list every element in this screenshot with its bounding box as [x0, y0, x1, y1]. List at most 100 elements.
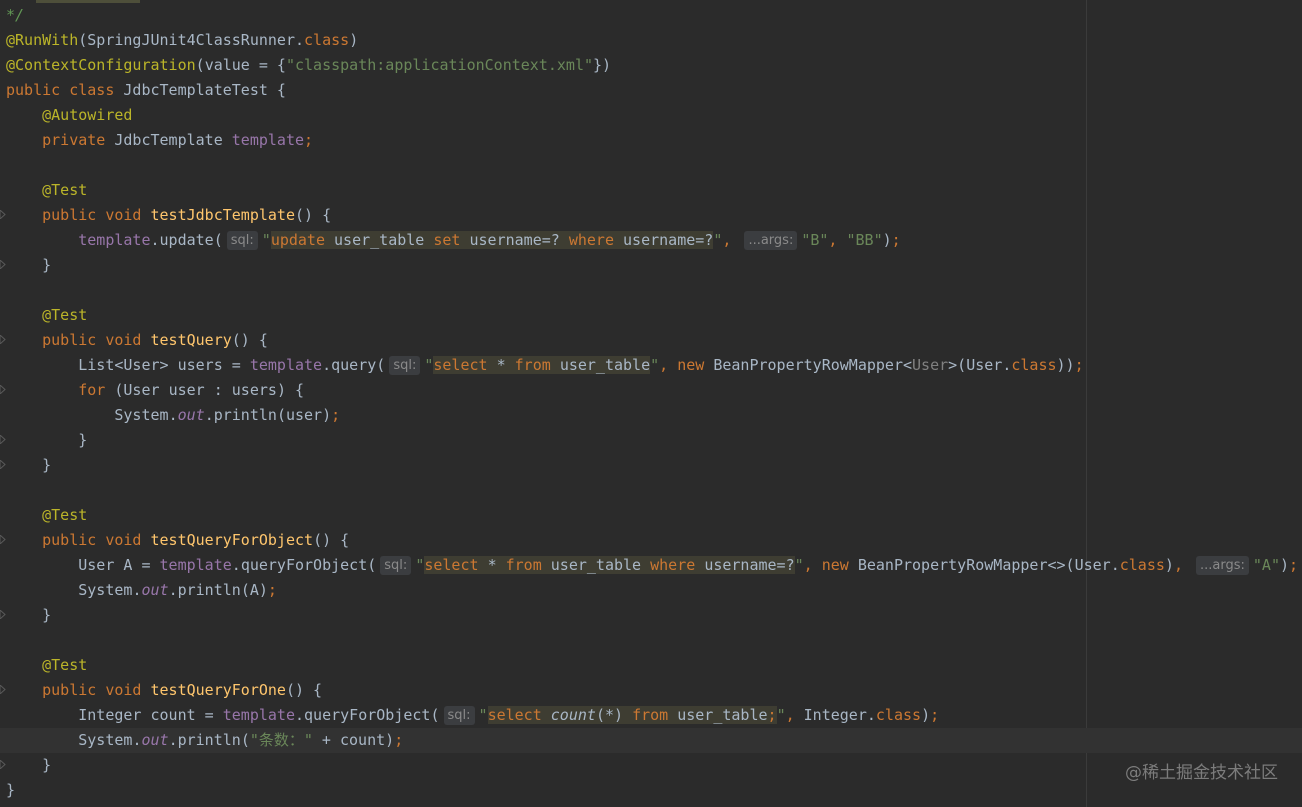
code-line-4[interactable]: public class JdbcTemplateTest { — [0, 78, 1302, 103]
code-line-9[interactable]: public void testJdbcTemplate() { — [0, 203, 1302, 228]
code-line-15[interactable]: List<User> users = template.query(sql: "s… — [0, 353, 1302, 378]
method-update: update — [159, 231, 214, 249]
code-line-13[interactable]: @Test — [0, 303, 1302, 328]
keyword-void: void — [105, 206, 142, 224]
field-template: template — [231, 131, 305, 149]
keyword-public: public — [42, 531, 97, 549]
sql-injection-update: update user_table set username=? where u… — [270, 231, 714, 249]
type-system: System — [114, 406, 169, 424]
type-user-generic: User — [912, 356, 949, 374]
fold-marker-icon[interactable] — [0, 260, 6, 269]
string-classpath: "classpath:applicationContext.xml" — [285, 56, 594, 74]
method-test-query: testQuery — [150, 331, 232, 349]
var-count: count — [150, 706, 196, 724]
code-line-23[interactable]: User A = template.queryForObject(sql: "se… — [0, 553, 1302, 578]
annotation-context-config: @ContextConfiguration — [6, 56, 196, 74]
code-line-21[interactable]: @Test — [0, 503, 1302, 528]
code-line-32[interactable]: } — [0, 778, 1302, 803]
code-line-18[interactable]: } — [0, 428, 1302, 453]
code-line-31[interactable]: } — [0, 753, 1302, 778]
code-line-29[interactable]: Integer count = template.queryForObject(… — [0, 703, 1302, 728]
field-template: template — [249, 356, 323, 374]
fold-marker-icon[interactable] — [0, 335, 6, 344]
code-line-2[interactable]: @RunWith(SpringJUnit4ClassRunner.class) — [0, 28, 1302, 53]
method-test-query-for-object: testQueryForObject — [150, 531, 314, 549]
sql-injection-select-all: select * from user_table — [433, 356, 651, 374]
param-hint-args: ...args: — [744, 231, 798, 250]
type-integer: Integer — [78, 706, 142, 724]
code-line-3[interactable]: @ContextConfiguration(value = {"classpat… — [0, 53, 1302, 78]
method-query: query — [331, 356, 377, 374]
param-hint-sql: sql: — [380, 556, 412, 575]
code-line-5[interactable]: @Autowired — [0, 103, 1302, 128]
fold-marker-icon[interactable] — [0, 760, 6, 769]
annotation-run-with: @RunWith — [6, 31, 79, 49]
keyword-void: void — [105, 531, 142, 549]
type-row-mapper: BeanPropertyRowMapper — [713, 356, 903, 374]
var-user: user — [168, 381, 205, 399]
fold-marker-icon[interactable] — [0, 685, 6, 694]
code-line-22[interactable]: public void testQueryForObject() { — [0, 528, 1302, 553]
sql-injection-count: select count(*) from user_table; — [487, 706, 777, 724]
var-users: users — [177, 356, 223, 374]
watermark: @稀土掘金技术社区 — [1125, 763, 1278, 783]
field-out: out — [177, 406, 205, 424]
code-line-25[interactable]: } — [0, 603, 1302, 628]
param-hint-sql: sql: — [389, 356, 421, 375]
keyword-public: public — [42, 206, 97, 224]
code-line-24[interactable]: System.out.println(A); — [0, 578, 1302, 603]
annotation-autowired: @Autowired — [42, 106, 133, 124]
code-line-27[interactable]: @Test — [0, 653, 1302, 678]
annotation-test: @Test — [42, 181, 88, 199]
param-hint-sql: sql: — [443, 706, 475, 725]
keyword-void: void — [105, 681, 142, 699]
code-line-17[interactable]: System.out.println(user); — [0, 403, 1302, 428]
fold-marker-icon[interactable] — [0, 535, 6, 544]
fold-marker-icon[interactable] — [0, 460, 6, 469]
code-line-28[interactable]: public void testQueryForOne() { — [0, 678, 1302, 703]
type-user: User — [123, 356, 160, 374]
class-name: JdbcTemplateTest — [123, 81, 268, 99]
keyword-new: new — [677, 356, 705, 374]
method-test-query-for-one: testQueryForOne — [150, 681, 286, 699]
annotation-test: @Test — [42, 306, 88, 324]
type-jdbc-template: JdbcTemplate — [114, 131, 223, 149]
string-a: "A" — [1252, 556, 1280, 574]
code-line-10[interactable]: template.update(sql: "update user_table s… — [0, 228, 1302, 253]
fold-marker-icon[interactable] — [0, 385, 6, 394]
annotation-test: @Test — [42, 656, 88, 674]
keyword-class: class — [69, 81, 115, 99]
field-template: template — [78, 231, 151, 249]
fold-marker-icon[interactable] — [0, 210, 6, 219]
string-count-label: "条数：" — [249, 731, 313, 749]
fold-marker-icon[interactable] — [0, 435, 6, 444]
method-query-for-object: queryForObject — [240, 556, 368, 574]
keyword-public: public — [42, 331, 97, 349]
method-println: println — [213, 406, 277, 424]
code-line-11[interactable]: } — [0, 253, 1302, 278]
code-line-6[interactable]: private JdbcTemplate template; — [0, 128, 1302, 153]
code-line-19[interactable]: } — [0, 453, 1302, 478]
code-line-30-current[interactable]: System.out.println("条数：" + count); — [0, 728, 1302, 753]
field-template: template — [159, 556, 232, 574]
comment-end: */ — [6, 6, 25, 24]
code-line-1[interactable]: */ — [0, 3, 1302, 28]
type-list: List — [78, 356, 115, 374]
code-editor[interactable]: */ @RunWith(SpringJUnit4ClassRunner.clas… — [0, 0, 1302, 807]
keyword-for: for — [78, 381, 106, 399]
keyword-public: public — [42, 681, 97, 699]
keyword-public: public — [6, 81, 61, 99]
keyword-class-literal: class — [304, 31, 350, 49]
annotation-attr-value: value — [204, 56, 250, 74]
string-b: "B" — [801, 231, 829, 249]
fold-marker-icon[interactable] — [0, 610, 6, 619]
type-spring-runner: SpringJUnit4ClassRunner — [87, 31, 295, 49]
string-bb: "BB" — [846, 231, 883, 249]
method-test-jdbc-template: testJdbcTemplate — [150, 206, 296, 224]
code-line-16[interactable]: for (User user : users) { — [0, 378, 1302, 403]
code-line-14[interactable]: public void testQuery() { — [0, 328, 1302, 353]
sql-injection-select-where: select * from user_table where username=… — [424, 556, 795, 574]
code-line-8[interactable]: @Test — [0, 178, 1302, 203]
param-hint-args: ...args: — [1196, 556, 1249, 575]
keyword-private: private — [42, 131, 106, 149]
